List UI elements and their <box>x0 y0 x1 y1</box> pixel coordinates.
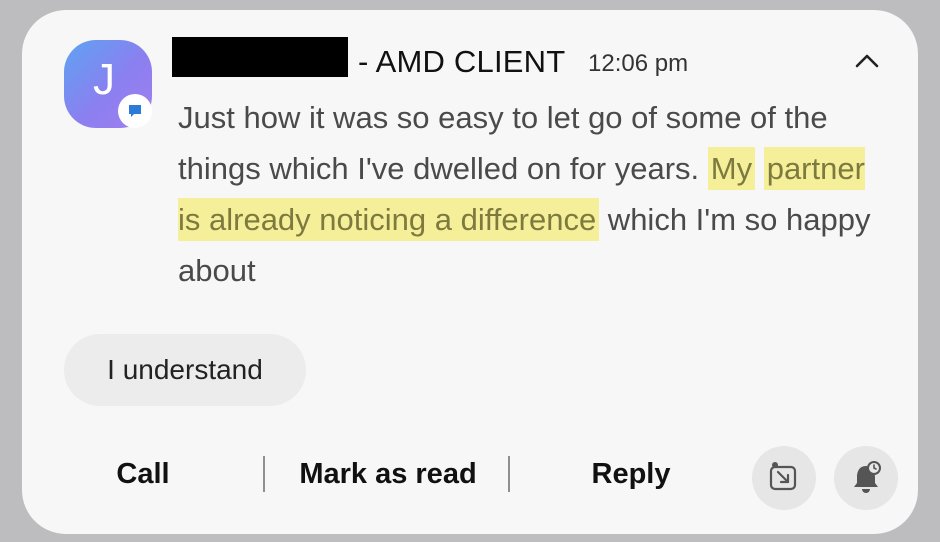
action-divider <box>263 456 265 492</box>
chevron-up-icon[interactable] <box>852 48 882 74</box>
open-app-button[interactable] <box>752 446 816 510</box>
reply-button[interactable]: Reply <box>570 454 692 494</box>
snooze-button[interactable] <box>834 446 898 510</box>
smart-reply-chip[interactable]: I understand <box>64 334 306 406</box>
sender-name: - AMD CLIENT <box>358 44 566 79</box>
action-divider <box>508 456 510 492</box>
open-external-icon <box>769 462 797 491</box>
bell-snooze-icon <box>854 461 881 493</box>
mark-as-read-button[interactable]: Mark as read <box>290 454 486 494</box>
notification-time: 12:06 pm <box>588 50 689 77</box>
call-button[interactable]: Call <box>88 454 198 494</box>
highlighted-text-1: My <box>707 147 756 190</box>
chat-bubble-icon <box>118 94 152 128</box>
message-body: Just how it was so easy to let go of som… <box>178 92 878 296</box>
redacted-sender-name <box>172 37 348 77</box>
